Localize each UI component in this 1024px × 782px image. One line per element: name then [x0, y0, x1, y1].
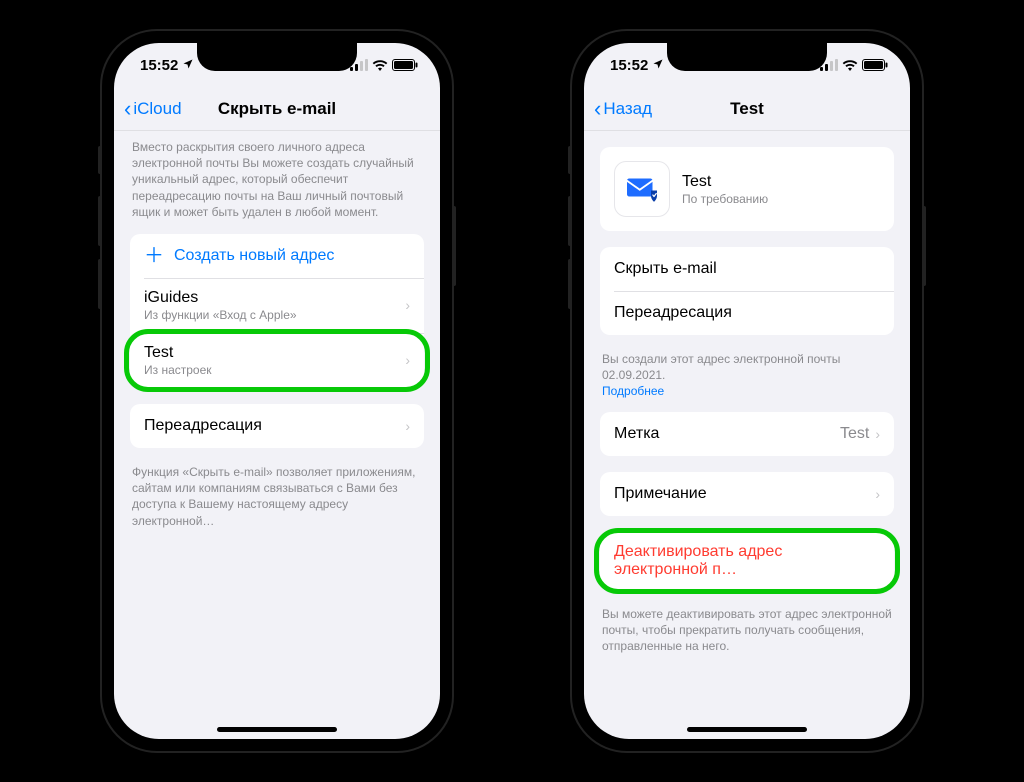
hide-forward-group: Скрыть e-mail Переадресация [600, 247, 894, 335]
phone-left: 15:52 ‹ iCloud С [102, 31, 452, 751]
address-row-iguides[interactable]: iGuides Из функции «Вход с Apple» › [130, 278, 424, 333]
hide-email-row[interactable]: Скрыть e-mail [600, 247, 894, 291]
address-list-group: ＋ Создать новый адрес iGuides Из функции… [130, 234, 424, 388]
status-time: 15:52 [140, 57, 178, 74]
chevron-right-icon: › [405, 297, 410, 313]
location-arrow-icon [182, 58, 194, 73]
forwarding-row[interactable]: Переадресация [600, 291, 894, 335]
status-time: 15:52 [610, 57, 648, 74]
footer-text: Функция «Скрыть e-mail» позволяет прилож… [130, 464, 424, 541]
deactivate-row[interactable]: Деактивировать адрес электронной п… [600, 532, 894, 590]
back-button[interactable]: ‹ iCloud [124, 98, 182, 120]
home-indicator[interactable] [217, 727, 337, 732]
card-title: Test [682, 173, 768, 191]
chevron-right-icon: › [875, 486, 880, 502]
back-label: iCloud [133, 99, 181, 119]
label-group: Метка Test › [600, 412, 894, 456]
note-row[interactable]: Примечание › [600, 472, 894, 516]
chevron-right-icon: › [405, 418, 410, 434]
home-indicator[interactable] [687, 727, 807, 732]
back-label: Назад [603, 99, 652, 119]
chevron-right-icon: › [875, 426, 880, 442]
navbar: ‹ Назад Test [584, 87, 910, 131]
card-subtitle: По требованию [682, 192, 768, 206]
create-address-row[interactable]: ＋ Создать новый адрес [130, 234, 424, 278]
page-title: Test [730, 99, 764, 119]
forwarding-row[interactable]: Переадресация › [130, 404, 424, 448]
wifi-icon [372, 59, 388, 71]
learn-more-link[interactable]: Подробнее [602, 384, 664, 398]
label-row[interactable]: Метка Test › [600, 412, 894, 456]
chevron-left-icon: ‹ [124, 98, 131, 120]
notch [667, 43, 827, 71]
create-label: Создать новый адрес [174, 247, 410, 265]
forwarding-group: Переадресация › [130, 404, 424, 448]
battery-icon [862, 59, 888, 71]
navbar: ‹ iCloud Скрыть e-mail [114, 87, 440, 131]
page-title: Скрыть e-mail [218, 99, 336, 119]
wifi-icon [842, 59, 858, 71]
plus-icon: ＋ [144, 246, 164, 266]
note-group: Примечание › [600, 472, 894, 516]
chevron-right-icon: › [405, 352, 410, 368]
label-value: Test [840, 425, 869, 443]
chevron-left-icon: ‹ [594, 98, 601, 120]
deactivate-footer: Вы можете деактивировать этот адрес элек… [600, 606, 894, 667]
mail-privacy-icon [614, 161, 670, 217]
battery-icon [392, 59, 418, 71]
back-button[interactable]: ‹ Назад [594, 98, 652, 120]
created-footer: Вы создали этот адрес электронной почты … [600, 351, 894, 412]
deactivate-group: Деактивировать адрес электронной п… [600, 532, 894, 590]
address-row-test[interactable]: Test Из настроек › [130, 333, 424, 388]
notch [197, 43, 357, 71]
location-arrow-icon [652, 58, 664, 73]
phone-right: 15:52 ‹ Назад Te [572, 31, 922, 751]
intro-text: Вместо раскрытия своего личного адреса э… [130, 131, 424, 234]
address-header-card: Test По требованию [600, 147, 894, 231]
